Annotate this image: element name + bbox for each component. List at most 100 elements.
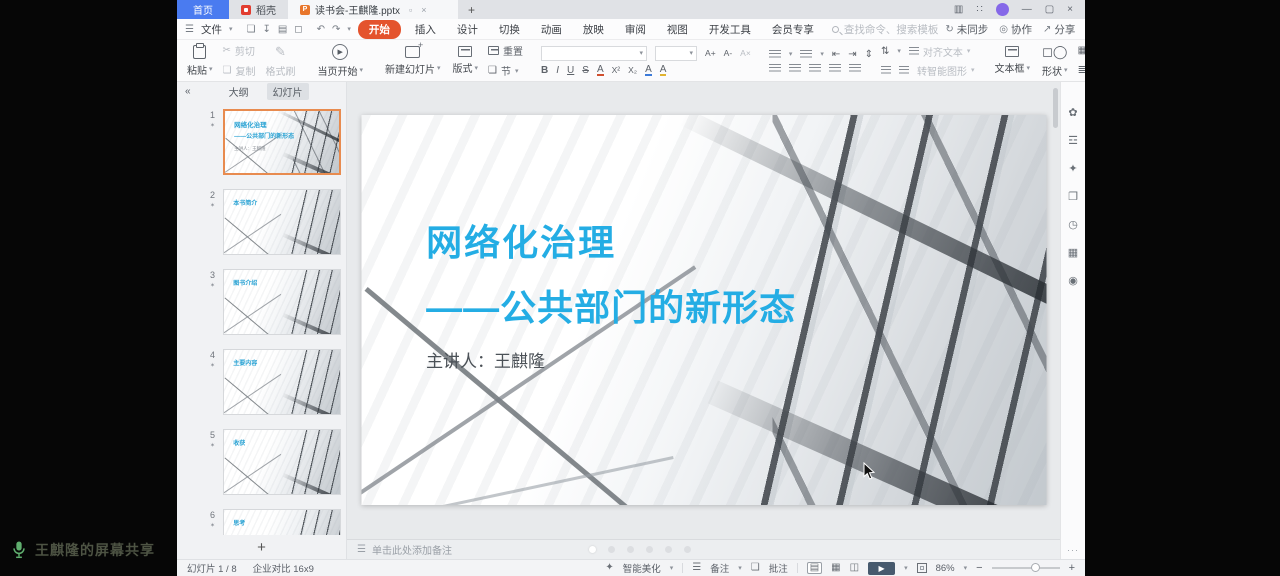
- main-menu-icon[interactable]: ☰: [185, 24, 194, 35]
- italic-button[interactable]: I: [556, 65, 559, 76]
- subscript-button[interactable]: X₂: [628, 65, 637, 75]
- fit-slide-icon[interactable]: [917, 563, 927, 573]
- copy-button[interactable]: ❏复制: [223, 63, 256, 78]
- slideshow-play-button[interactable]: ▶: [868, 562, 895, 575]
- strikethrough-button[interactable]: S: [582, 65, 589, 76]
- tab-document[interactable]: P 读书会-王麒隆.pptx ▫ ×: [288, 0, 458, 19]
- increase-font-button[interactable]: A+: [705, 48, 716, 58]
- locate-icon[interactable]: ◉: [1068, 274, 1078, 287]
- pin-tab-icon[interactable]: ▫: [409, 5, 412, 15]
- picture-button[interactable]: ▦图片▾: [1078, 43, 1085, 58]
- maximize-button[interactable]: ▢: [1045, 4, 1054, 15]
- ribbon-tab-home[interactable]: 开始: [358, 20, 401, 39]
- reset-button[interactable]: 重置: [488, 43, 523, 58]
- font-name-select[interactable]: ▾: [541, 46, 647, 61]
- slide-layers-icon[interactable]: ❐: [1068, 190, 1078, 203]
- ribbon-tab-animation[interactable]: 动画: [534, 21, 569, 38]
- history-icon[interactable]: ◷: [1068, 218, 1078, 231]
- smart-beautify-button[interactable]: 智能美化: [623, 561, 661, 575]
- slide-thumbnail-6[interactable]: 6✶ 思考: [177, 509, 346, 535]
- redo-caret[interactable]: ▾: [347, 25, 351, 33]
- redo-icon[interactable]: ↷: [332, 24, 340, 35]
- slide-canvas-area[interactable]: 网络化治理 ——公共部门的新形态 主讲人：王麒隆: [347, 82, 1060, 539]
- zoom-slider-knob[interactable]: [1031, 563, 1040, 572]
- smart-beautify-icon[interactable]: ✦: [1068, 162, 1077, 175]
- share-button[interactable]: ↗分享: [1043, 22, 1075, 37]
- zoom-level[interactable]: 86%: [936, 563, 955, 574]
- normal-view-button[interactable]: ▤: [807, 562, 822, 574]
- columns-icon[interactable]: [881, 66, 891, 75]
- tab-home[interactable]: 首页: [177, 0, 229, 19]
- comments-button[interactable]: 批注: [769, 561, 788, 575]
- command-search[interactable]: 查找命令、搜索模板: [832, 22, 939, 37]
- split-layout-icon[interactable]: ▥: [954, 4, 963, 15]
- reading-view-button[interactable]: ◫: [850, 563, 859, 573]
- highlight-button[interactable]: A: [660, 65, 667, 76]
- slide-presenter[interactable]: 主讲人：王麒隆: [426, 347, 545, 372]
- ribbon-tab-insert[interactable]: 插入: [408, 21, 443, 38]
- align-text-button[interactable]: 对齐文本▾: [909, 44, 971, 59]
- export-icon[interactable]: ↧: [262, 24, 270, 35]
- close-tab-icon[interactable]: ×: [421, 5, 426, 15]
- bullets-icon[interactable]: [769, 50, 781, 59]
- object-properties-icon[interactable]: ☲: [1068, 134, 1078, 147]
- slide-canvas[interactable]: 网络化治理 ——公共部门的新形态 主讲人：王麒隆: [361, 115, 1046, 505]
- arrange-button[interactable]: ≣排列▾: [1078, 63, 1085, 78]
- ribbon-tab-member[interactable]: 会员专享: [765, 21, 821, 38]
- print-icon[interactable]: ▤: [278, 24, 287, 35]
- font-color-button[interactable]: A: [597, 65, 604, 76]
- line-spacing-icon[interactable]: ⇕: [865, 49, 873, 60]
- ribbon-tab-devtools[interactable]: 开发工具: [702, 21, 758, 38]
- decrease-indent-icon[interactable]: ⇤: [832, 49, 840, 60]
- collaborate-button[interactable]: ◎协作: [999, 22, 1032, 37]
- paste-button[interactable]: 粘贴▾: [185, 45, 215, 77]
- slide-dot-active[interactable]: [589, 546, 596, 553]
- shapes-button[interactable]: ◻◯ 形状▾: [1040, 44, 1070, 78]
- align-center-icon[interactable]: [789, 64, 801, 73]
- collapse-panel-icon[interactable]: «: [185, 86, 191, 97]
- notes-bar[interactable]: ☰ 单击此处添加备注: [347, 539, 1060, 559]
- ribbon-tab-slideshow[interactable]: 放映: [576, 21, 611, 38]
- new-tab-button[interactable]: +: [458, 0, 485, 19]
- docer-resources-icon[interactable]: ✿: [1068, 106, 1077, 119]
- file-menu[interactable]: 文件: [201, 22, 222, 37]
- slide-subtitle[interactable]: ——公共部门的新形态: [426, 279, 796, 331]
- undo-icon[interactable]: ↶: [317, 24, 325, 35]
- slide-thumbnail-4[interactable]: 4✶ 主要内容: [177, 349, 346, 415]
- zoom-in-button[interactable]: +: [1069, 562, 1075, 574]
- ribbon-tab-view[interactable]: 视图: [660, 21, 695, 38]
- play-from-current-button[interactable]: ▶ 当页开始▾: [315, 44, 365, 78]
- bold-button[interactable]: B: [541, 65, 548, 76]
- slide-title[interactable]: 网络化治理: [426, 214, 616, 266]
- section-button[interactable]: ❏节▾: [488, 63, 523, 78]
- chart-tool-icon[interactable]: ▦: [1068, 246, 1078, 259]
- save-icon[interactable]: ❏: [246, 24, 255, 35]
- zoom-slider[interactable]: [992, 567, 1060, 569]
- minimize-button[interactable]: —: [1022, 4, 1032, 15]
- text-direction-icon[interactable]: ⇅: [881, 46, 889, 57]
- vertical-scrollbar[interactable]: [1053, 88, 1058, 128]
- to-smartart-button[interactable]: 转智能图形▾: [917, 63, 975, 78]
- align-left-icon[interactable]: [769, 64, 781, 73]
- sync-status[interactable]: ↻未同步: [945, 22, 988, 37]
- ribbon-tab-review[interactable]: 审阅: [618, 21, 653, 38]
- distribute-icon[interactable]: [849, 64, 861, 73]
- list-level-icon[interactable]: [899, 66, 909, 75]
- user-avatar[interactable]: [996, 3, 1009, 16]
- close-window-button[interactable]: ×: [1067, 4, 1073, 15]
- cut-button[interactable]: ✂剪切: [223, 43, 256, 58]
- font-size-select[interactable]: ▾: [655, 46, 697, 61]
- text-effects-button[interactable]: A: [645, 65, 652, 76]
- increase-indent-icon[interactable]: ⇥: [848, 49, 856, 60]
- new-slide-button[interactable]: 新建幻灯片▾: [383, 46, 443, 76]
- zoom-out-button[interactable]: −: [976, 562, 982, 574]
- notes-button[interactable]: 备注: [710, 561, 729, 575]
- slide-thumbnail-1[interactable]: 1✶ 网络化治理 ——公共部门的新形态 主讲人：王麒隆: [177, 109, 346, 175]
- ribbon-tab-design[interactable]: 设计: [450, 21, 485, 38]
- slide-thumbnail-2[interactable]: 2✶ 本书简介: [177, 189, 346, 255]
- outline-tab[interactable]: 大纲: [223, 83, 255, 100]
- tab-docer[interactable]: 稻壳: [229, 0, 288, 19]
- slide-sorter-view-button[interactable]: ▦: [831, 563, 840, 573]
- slide-thumbnail-3[interactable]: 3✶ 图书介绍: [177, 269, 346, 335]
- superscript-button[interactable]: X²: [612, 65, 621, 75]
